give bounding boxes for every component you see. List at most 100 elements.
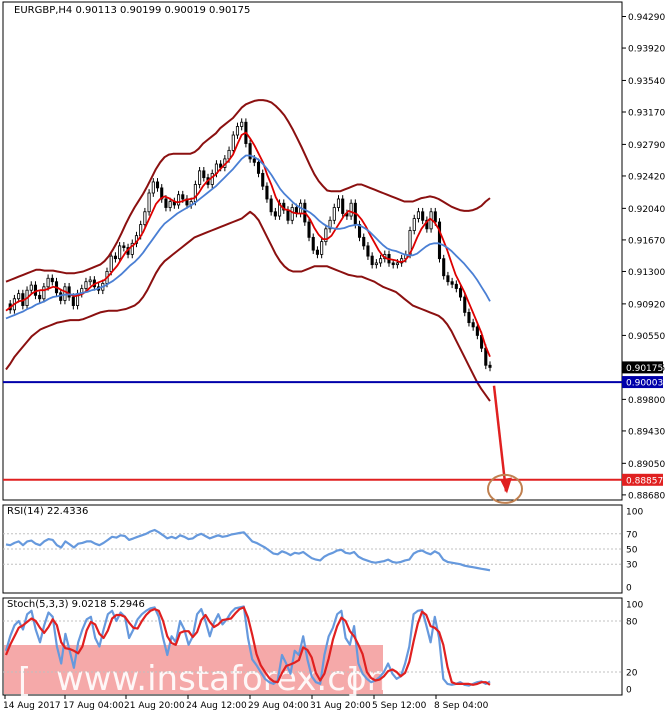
price-tick-label: 0.93920 xyxy=(628,45,665,55)
candle-bear xyxy=(370,255,374,266)
candle-bull xyxy=(168,201,172,208)
stoch-tick-label: 100 xyxy=(626,601,643,611)
candle-bull xyxy=(143,211,147,225)
x-tick-label: 14 Aug 2017 xyxy=(3,701,61,711)
watermark-bracket-left: [ xyxy=(18,661,31,701)
candle-bull xyxy=(349,202,353,217)
candle-bear xyxy=(311,236,315,251)
candle-bull xyxy=(336,198,341,208)
candle-bull xyxy=(109,255,113,272)
candle-bear xyxy=(286,209,290,221)
candle-bear xyxy=(265,185,269,200)
candle-bull xyxy=(84,281,88,289)
price-tick-label: 0.91300 xyxy=(628,268,665,278)
candle-bear xyxy=(273,211,277,217)
price-tick-label: 0.90920 xyxy=(628,300,665,310)
candle-bear xyxy=(454,283,458,289)
price-chart-title: EURGBP,H4 0.90113 0.90199 0.90019 0.9017… xyxy=(14,5,251,16)
x-tick-label: 17 Aug 04:00 xyxy=(63,701,124,711)
candle-bear xyxy=(446,275,450,283)
price-tick-label: 0.90550 xyxy=(628,332,665,342)
candle-bear xyxy=(113,255,117,260)
candle-bull xyxy=(147,192,151,213)
price-tick-label: 0.88680 xyxy=(628,491,665,501)
candle-bull xyxy=(198,170,202,185)
rsi-tick-label: 50 xyxy=(626,546,638,556)
candle-bear xyxy=(59,292,63,301)
candle-bull xyxy=(118,245,122,260)
candle-bull xyxy=(320,241,324,255)
rsi-tick-label: 30 xyxy=(626,561,638,571)
candle-bear xyxy=(391,262,395,266)
candle-bear xyxy=(261,173,265,187)
price-tick-label: 0.89430 xyxy=(628,427,665,437)
candle-bear xyxy=(467,311,471,324)
x-tick-label: 31 Aug 20:00 xyxy=(310,701,371,711)
candle-bull xyxy=(42,286,46,300)
candle-bull xyxy=(290,207,294,221)
candle-bear xyxy=(421,211,425,221)
candle-bear xyxy=(433,211,437,223)
candle-bull xyxy=(412,218,416,231)
candle-bear xyxy=(315,249,319,255)
candle-bear xyxy=(122,245,126,248)
candle-bear xyxy=(442,258,446,277)
candle-bear xyxy=(71,296,75,306)
x-tick-label: 5 Sep 12:00 xyxy=(372,701,427,711)
candle-bear xyxy=(252,158,256,163)
current-price-label: 0.90175 xyxy=(626,364,663,374)
candle-bull xyxy=(46,277,50,288)
candle-bull xyxy=(29,284,33,291)
candle-bull xyxy=(177,194,181,206)
candle-bear xyxy=(181,194,185,200)
candle-bear xyxy=(471,322,475,328)
candle-bull xyxy=(235,126,240,136)
candle-bear xyxy=(256,161,261,174)
price-tick-label: 0.91670 xyxy=(628,236,665,246)
rsi-title: RSI(14) 22.4336 xyxy=(7,506,89,517)
rsi-tick-label: 0 xyxy=(626,584,632,594)
watermark-bracket-right: ] xyxy=(346,661,359,701)
price-tick-label: 0.89800 xyxy=(628,396,665,406)
price-tick-label: 0.93170 xyxy=(628,109,665,119)
candle-bull xyxy=(151,181,155,194)
candle-bear xyxy=(202,170,206,179)
candle-bull xyxy=(395,262,399,266)
price-tick-label: 0.92420 xyxy=(628,172,665,182)
x-tick-label: 24 Aug 12:00 xyxy=(186,701,247,711)
candle-bear xyxy=(164,198,168,208)
candle-bear xyxy=(475,326,479,336)
candle-bull xyxy=(416,211,420,219)
candle-bear xyxy=(488,364,492,368)
candle-bull xyxy=(240,121,244,127)
stoch-tick-label: 0 xyxy=(626,686,632,696)
level-label: 0.90003 xyxy=(626,379,663,389)
x-tick-label: 29 Aug 04:00 xyxy=(248,701,309,711)
candle-bear xyxy=(458,288,463,298)
candle-bear xyxy=(50,277,54,283)
price-tick-label: 0.94290 xyxy=(628,13,665,23)
candle-bull xyxy=(332,207,336,221)
rsi-tick-label: 70 xyxy=(626,530,638,540)
price-tick-label: 0.92790 xyxy=(628,141,665,151)
price-panel-frame xyxy=(2,1,623,501)
candle-bear xyxy=(38,294,42,300)
candle-bull xyxy=(379,258,383,264)
candle-bull xyxy=(17,293,21,300)
candle-bull xyxy=(374,262,378,266)
level-label: 0.88857 xyxy=(626,476,663,486)
candle-bear xyxy=(366,245,370,257)
candle-bull xyxy=(88,279,92,283)
candle-bear xyxy=(450,281,454,285)
x-tick-label: 8 Sep 04:00 xyxy=(434,701,489,711)
price-tick-label: 0.89050 xyxy=(628,460,665,470)
stochastic-title: Stoch(5,3,3) 9.0218 5.2946 xyxy=(7,599,145,610)
stoch-tick-label: 80 xyxy=(626,618,638,628)
candle-bear xyxy=(307,221,311,238)
candle-bull xyxy=(231,134,235,151)
x-tick-label: 21 Aug 20:00 xyxy=(124,701,185,711)
price-tick-label: 0.92040 xyxy=(628,205,665,215)
trading-chart: EURGBP,H4 0.90113 0.90199 0.90019 0.9017… xyxy=(0,0,665,714)
candle-bear xyxy=(155,181,160,189)
stoch-tick-label: 20 xyxy=(626,669,638,679)
